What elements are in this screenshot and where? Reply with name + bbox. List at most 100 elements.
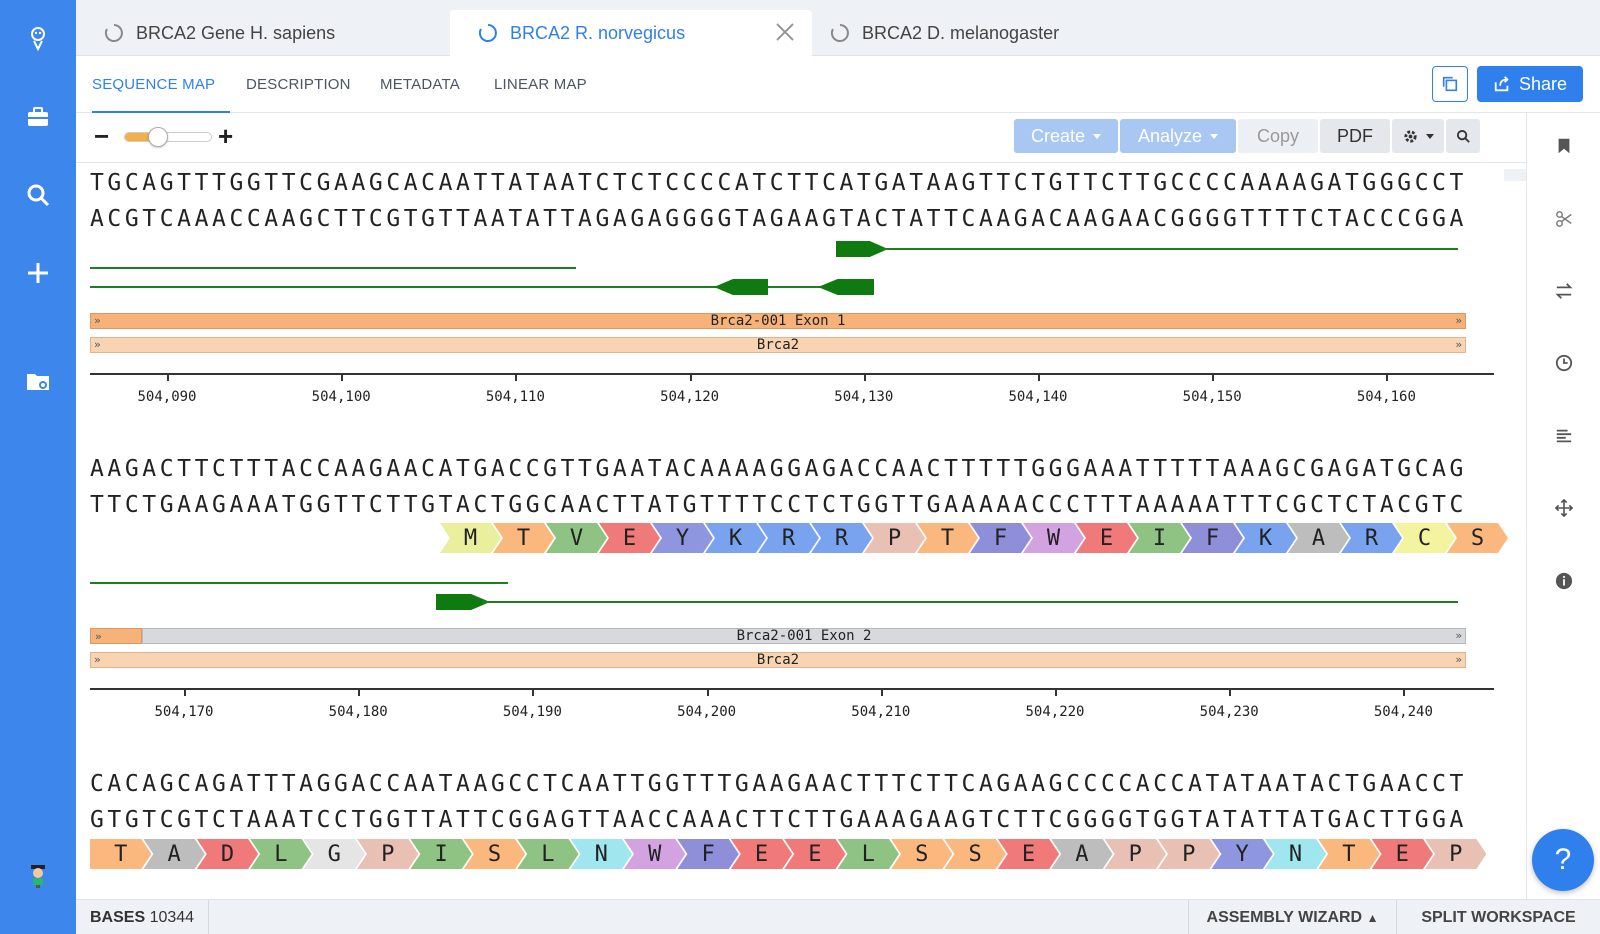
amino-acid[interactable]: A xyxy=(1288,523,1349,553)
translation-track[interactable]: MTVEYKRRPTFWEIFKARCS xyxy=(90,523,1494,553)
amino-acid[interactable]: Y xyxy=(652,523,713,553)
amino-acid[interactable]: S xyxy=(464,839,525,869)
amino-acid[interactable]: F xyxy=(677,839,738,869)
tab-brca2-d-melanogaster[interactable]: BRCA2 D. melanogaster xyxy=(802,10,1142,56)
amino-acid[interactable]: P xyxy=(357,839,418,869)
create-dropdown[interactable]: Create xyxy=(1014,119,1118,153)
amino-acid[interactable]: R xyxy=(758,523,819,553)
amino-acid[interactable]: E xyxy=(731,839,792,869)
close-icon[interactable] xyxy=(774,21,796,43)
reverse-strand[interactable]: TTCTGAAGAAATGGTTCTTGTACTGGCAACTTATGTTTTC… xyxy=(90,491,1494,519)
primer-arrow-reverse[interactable] xyxy=(818,279,874,295)
feature-exon-1[interactable]: » Brca2-001 Exon 1 » xyxy=(90,313,1466,329)
amino-acid[interactable]: W xyxy=(1023,523,1084,553)
search-icon[interactable] xyxy=(18,175,58,215)
amino-acid[interactable]: L xyxy=(250,839,311,869)
amino-acid[interactable]: R xyxy=(811,523,872,553)
amino-acid[interactable]: T xyxy=(90,839,151,869)
find-button[interactable] xyxy=(1446,119,1480,153)
amino-acid[interactable]: F xyxy=(970,523,1031,553)
amino-acid[interactable]: D xyxy=(197,839,258,869)
feature-gene[interactable]: » Brca2 » xyxy=(90,652,1466,668)
amino-acid[interactable]: I xyxy=(410,839,471,869)
split-workspace-button[interactable]: SPLIT WORKSPACE xyxy=(1396,900,1600,934)
amino-acid[interactable]: P xyxy=(1158,839,1219,869)
analyze-dropdown[interactable]: Analyze xyxy=(1120,119,1236,153)
amino-acid[interactable]: S xyxy=(891,839,952,869)
reverse-strand[interactable]: ACGTCAAACCAAGCTTCGTGTTAATATTAGAGAGGGGTAG… xyxy=(90,205,1494,233)
primer-arrow-reverse[interactable] xyxy=(714,279,768,295)
tab-linear-map[interactable]: LINEAR MAP xyxy=(494,56,587,113)
info-icon[interactable] xyxy=(1551,568,1577,594)
amino-acid[interactable]: E xyxy=(1076,523,1137,553)
amino-acid[interactable]: L xyxy=(838,839,899,869)
amino-acid[interactable]: S xyxy=(944,839,1005,869)
amino-acid[interactable]: P xyxy=(1105,839,1166,869)
axis-tick-label: 504,190 xyxy=(502,704,562,720)
amino-acid[interactable]: A xyxy=(1051,839,1112,869)
amino-acid[interactable]: E xyxy=(1372,839,1433,869)
tab-description[interactable]: DESCRIPTION xyxy=(246,56,351,113)
help-button[interactable]: ? xyxy=(1532,829,1594,891)
amino-acid[interactable]: I xyxy=(1129,523,1190,553)
amino-acid[interactable]: P xyxy=(1425,839,1486,869)
move-icon[interactable] xyxy=(1551,495,1577,521)
settings-dropdown[interactable] xyxy=(1392,119,1444,153)
sequence-map-view[interactable]: TGCAGTTTGGTTCGAAGCACAATTATAATCTCTCCCCATC… xyxy=(76,163,1526,899)
share-button[interactable]: Share xyxy=(1477,66,1583,102)
amino-acid[interactable]: V xyxy=(546,523,607,553)
folder-settings-icon[interactable] xyxy=(18,361,58,401)
amino-acid[interactable]: P xyxy=(864,523,925,553)
app-logo-icon[interactable] xyxy=(18,18,58,58)
amino-acid[interactable]: S xyxy=(1447,523,1508,553)
amino-acid[interactable]: E xyxy=(599,523,660,553)
forward-strand[interactable]: AAGACTTCTTTACCAAGAACATGACCGTTGAATACAAAAG… xyxy=(90,455,1494,483)
text-align-icon[interactable] xyxy=(1551,423,1577,449)
amino-acid[interactable]: A xyxy=(143,839,204,869)
zoom-slider[interactable] xyxy=(124,127,212,147)
tab-brca2-r-norvegicus[interactable]: BRCA2 R. norvegicus xyxy=(450,10,812,56)
vertical-scrollbar[interactable] xyxy=(1504,169,1526,181)
amino-acid[interactable]: F xyxy=(1182,523,1243,553)
amino-acid[interactable]: K xyxy=(1235,523,1296,553)
bookmark-icon[interactable] xyxy=(1551,133,1577,159)
history-icon[interactable] xyxy=(1551,350,1577,376)
amino-acid[interactable]: C xyxy=(1394,523,1455,553)
amino-acid[interactable]: N xyxy=(571,839,632,869)
feature-gene[interactable]: » Brca2 » xyxy=(90,337,1466,353)
zoom-in-button[interactable]: + xyxy=(218,123,233,149)
swap-icon[interactable] xyxy=(1551,278,1577,304)
reverse-strand[interactable]: GTGTCGTCTAAATCCTGGTTATTCGGAGTTAACCAAACTT… xyxy=(90,806,1494,834)
amino-acid[interactable]: M xyxy=(440,523,501,553)
amino-acid[interactable]: Y xyxy=(1211,839,1272,869)
feature-exon-1-end[interactable]: » xyxy=(90,628,142,644)
amino-acid[interactable]: T xyxy=(493,523,554,553)
forward-strand[interactable]: CACAGCAGATTTAGGACCAATAAGCCTCAATTGGTTTGAA… xyxy=(90,770,1494,798)
feature-exon-2[interactable]: Brca2-001 Exon 2 » xyxy=(142,628,1466,644)
amino-acid[interactable]: G xyxy=(304,839,365,869)
amino-acid[interactable]: R xyxy=(1341,523,1402,553)
tab-brca2-h-sapiens[interactable]: BRCA2 Gene H. sapiens xyxy=(76,10,448,56)
scissors-icon[interactable] xyxy=(1551,206,1577,232)
tab-sequence-map[interactable]: SEQUENCE MAP xyxy=(92,56,230,113)
amino-acid[interactable]: K xyxy=(705,523,766,553)
amino-acid[interactable]: W xyxy=(624,839,685,869)
zoom-out-button[interactable]: − xyxy=(94,123,109,149)
user-avatar-icon[interactable] xyxy=(18,856,58,896)
amino-acid[interactable]: E xyxy=(784,839,845,869)
briefcase-icon[interactable] xyxy=(18,97,58,137)
amino-acid[interactable]: L xyxy=(517,839,578,869)
pdf-button[interactable]: PDF xyxy=(1320,119,1390,153)
amino-acid[interactable]: E xyxy=(998,839,1059,869)
add-icon[interactable] xyxy=(18,253,58,293)
translation-track[interactable]: TADLGPISLNWFEELSSEAPPYNTEP xyxy=(90,839,1494,869)
assembly-wizard-button[interactable]: ASSEMBLY WIZARD ▲ xyxy=(1188,900,1396,934)
amino-acid[interactable]: T xyxy=(917,523,978,553)
amino-acid[interactable]: T xyxy=(1318,839,1379,869)
tab-metadata[interactable]: METADATA xyxy=(380,56,460,113)
duplicate-button[interactable] xyxy=(1432,66,1468,102)
forward-strand[interactable]: TGCAGTTTGGTTCGAAGCACAATTATAATCTCTCCCCATC… xyxy=(90,169,1494,197)
copy-button[interactable]: Copy xyxy=(1238,119,1318,153)
zoom-slider-knob[interactable] xyxy=(147,127,168,147)
amino-acid[interactable]: N xyxy=(1265,839,1326,869)
